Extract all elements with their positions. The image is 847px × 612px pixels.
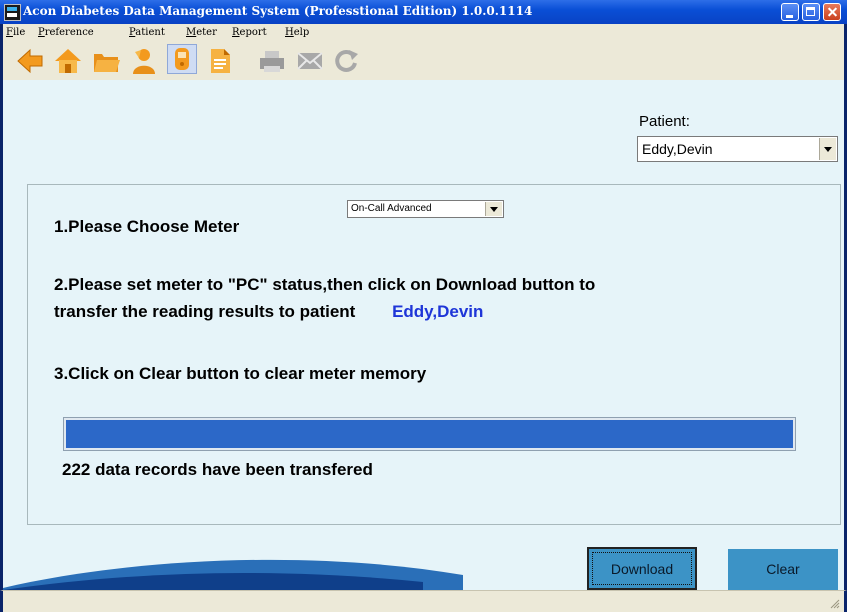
progress-fill: [66, 420, 793, 448]
patient-icon[interactable]: [129, 46, 159, 76]
step3-label: 3.Click on Clear button to clear meter m…: [54, 364, 427, 383]
step2-patient-name: Eddy,Devin: [392, 302, 484, 321]
back-arrow-icon[interactable]: [15, 46, 45, 76]
menu-file[interactable]: File: [6, 27, 25, 38]
menu-meter[interactable]: Meter: [186, 27, 217, 38]
transfer-status: 222 data records have been transfered: [62, 460, 373, 479]
app-icon[interactable]: [4, 4, 21, 21]
menu-bar: File Preference Patient Meter Report Hel…: [0, 24, 847, 42]
menu-report[interactable]: Report: [232, 27, 267, 38]
menu-patient[interactable]: Patient: [129, 27, 165, 38]
step2-text: transfer the reading results to patient: [54, 302, 356, 321]
step2-line1: 2.Please set meter to "PC" status,then c…: [54, 275, 596, 294]
main-area: Patient: Eddy,Devin 1.Please Choose Mete…: [3, 80, 844, 590]
patient-dropdown-value: Eddy,Devin: [642, 141, 713, 157]
menu-preference[interactable]: Preference: [38, 27, 94, 38]
meter-icon[interactable]: [167, 44, 197, 74]
toolbar: [0, 42, 847, 80]
title-bar: Acon Diabetes Data Management System (Pr…: [0, 0, 847, 24]
step2-line2: transfer the reading results to patient …: [54, 302, 483, 322]
home-icon[interactable]: [53, 46, 83, 76]
download-button-label: Download: [610, 561, 674, 577]
clear-button-label: Clear: [766, 561, 800, 577]
clear-button[interactable]: Clear: [728, 549, 838, 590]
step1-label: 1.Please Choose Meter: [54, 217, 240, 236]
resize-grip-icon[interactable]: [830, 599, 840, 609]
document-icon[interactable]: [205, 46, 235, 76]
folder-icon[interactable]: [91, 46, 121, 76]
minimize-button[interactable]: [781, 3, 799, 21]
chevron-down-icon[interactable]: [485, 202, 502, 216]
download-button[interactable]: Download: [587, 547, 697, 590]
progress-bar: [63, 417, 796, 451]
status-bar: [0, 590, 847, 612]
meter-dropdown[interactable]: On-Call Advanced: [347, 200, 504, 218]
print-icon[interactable]: [257, 46, 287, 76]
email-icon[interactable]: [295, 46, 325, 76]
refresh-icon[interactable]: [331, 46, 361, 76]
chevron-down-icon[interactable]: [819, 138, 836, 160]
menu-help[interactable]: Help: [285, 27, 309, 38]
window-title: Acon Diabetes Data Management System (Pr…: [23, 4, 533, 18]
maximize-button[interactable]: [802, 3, 820, 21]
meter-dropdown-value: On-Call Advanced: [351, 203, 432, 214]
decorative-swoosh: [3, 559, 463, 590]
patient-dropdown[interactable]: Eddy,Devin: [637, 136, 838, 162]
patient-label: Patient:: [639, 113, 690, 130]
close-button[interactable]: [823, 3, 841, 21]
